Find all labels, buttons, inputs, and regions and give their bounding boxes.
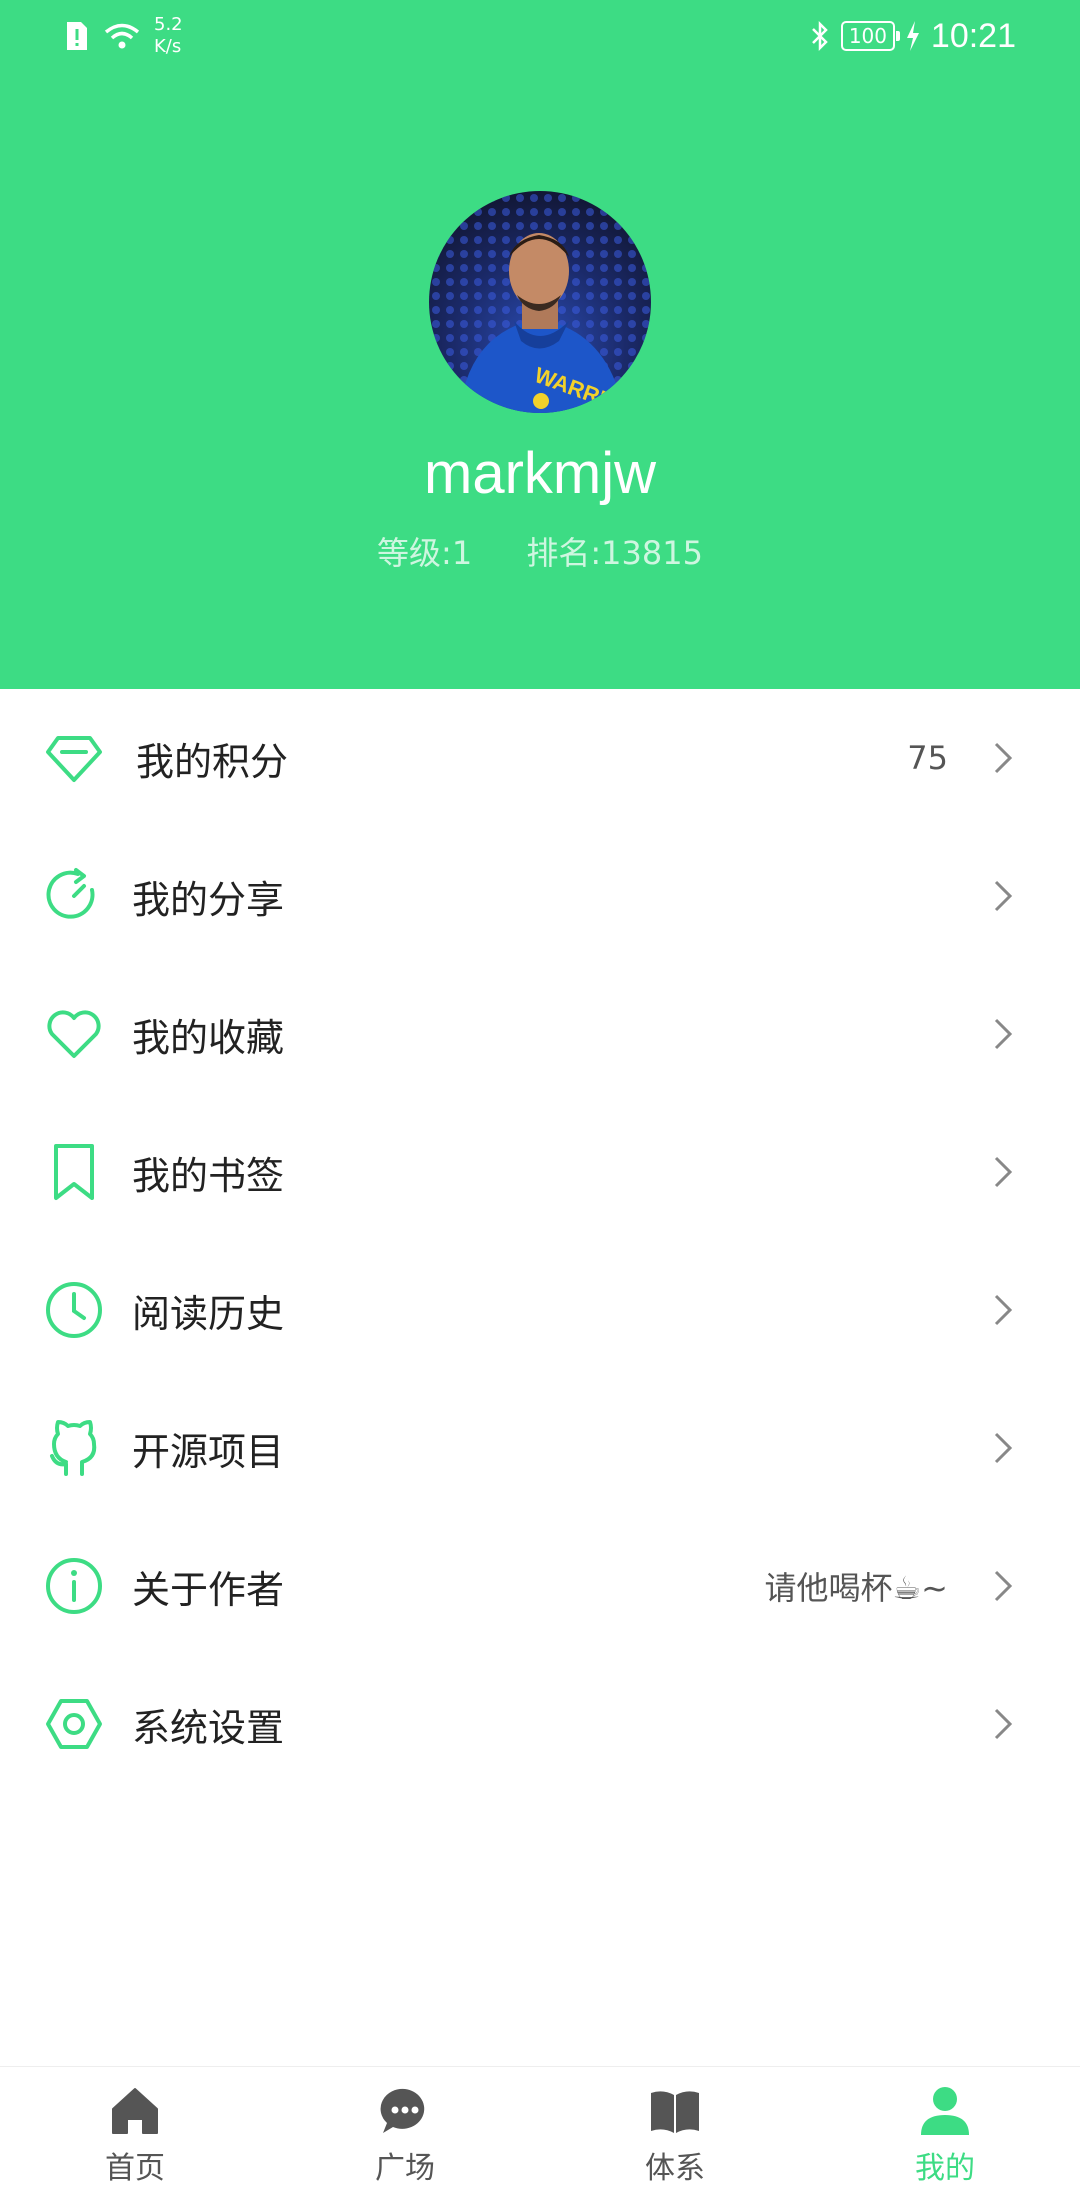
menu-item-settings[interactable]: 系统设置 [0, 1655, 1080, 1793]
wifi-icon [104, 23, 140, 49]
chat-icon [380, 2088, 425, 2133]
points-value: 75 [907, 739, 948, 777]
avatar-portrait: WARRIORS [429, 191, 651, 413]
menu-item-favorites[interactable]: 我的收藏 [0, 965, 1080, 1103]
bottom-nav: 首页 广场 体系 我的 [0, 2066, 1080, 2204]
menu-item-label: 关于作者 [132, 1567, 285, 1612]
chevron-right-icon [994, 742, 1013, 774]
battery-indicator: 100 [840, 21, 900, 51]
menu-item-points[interactable]: 我的积分 75 [0, 689, 1080, 827]
chevron-right-icon [994, 880, 1013, 912]
menu-item-label: 阅读历史 [132, 1291, 285, 1336]
nav-system[interactable]: 体系 [540, 2067, 810, 2204]
clock-icon [46, 1282, 102, 1338]
nav-mine[interactable]: 我的 [810, 2067, 1080, 2204]
level-text: 等级:1 [377, 534, 473, 572]
avatar[interactable]: WARRIORS [429, 191, 651, 413]
person-icon [921, 2087, 969, 2135]
net-speed: 5.2 K/s [154, 14, 183, 58]
menu-item-label: 开源项目 [132, 1429, 285, 1474]
profile-meta: 等级:1 排名:13815 [0, 528, 1080, 574]
bluetooth-icon [812, 20, 828, 52]
nav-label: 广场 [375, 2151, 435, 2186]
home-icon [112, 2088, 158, 2134]
menu-item-about-author[interactable]: 关于作者 请他喝杯☕~ [0, 1517, 1080, 1655]
nav-label: 我的 [915, 2151, 975, 2186]
settings-icon [46, 1699, 102, 1749]
menu-item-bookmarks[interactable]: 我的书签 [0, 1103, 1080, 1241]
chevron-right-icon [994, 1432, 1013, 1464]
menu-item-label: 我的分享 [132, 877, 285, 922]
chevron-right-icon [994, 1018, 1013, 1050]
github-icon [50, 1420, 97, 1476]
nav-label: 首页 [105, 2151, 165, 2186]
clock: 10:21 [930, 16, 1016, 55]
menu-item-label: 系统设置 [132, 1705, 285, 1750]
net-speed-value: 5.2 [154, 14, 183, 35]
info-icon [46, 1558, 102, 1614]
diamond-icon [46, 736, 102, 782]
username: markmjw [424, 441, 656, 506]
menu-item-label: 我的收藏 [132, 1015, 285, 1060]
chevron-right-icon [994, 1570, 1013, 1602]
nav-square[interactable]: 广场 [270, 2067, 540, 2204]
net-speed-unit: K/s [154, 36, 182, 57]
menu-list: 我的积分 75 我的分享 我的收藏 我的书签 阅读历史 开源项目 关于作者 请他… [0, 689, 1080, 1793]
menu-item-label: 我的书签 [132, 1153, 285, 1198]
chevron-right-icon [994, 1294, 1013, 1326]
charging-icon [906, 21, 919, 51]
profile-header: 5.2 K/s 100 10:21 WARRIORS markmjw 等级:1 … [0, 0, 1080, 689]
nav-label: 体系 [645, 2151, 705, 2186]
menu-item-history[interactable]: 阅读历史 [0, 1241, 1080, 1379]
bookmark-icon [54, 1144, 94, 1200]
menu-item-share[interactable]: 我的分享 [0, 827, 1080, 965]
book-icon [651, 2091, 699, 2133]
chevron-right-icon [994, 1708, 1013, 1740]
battery-level: 100 [848, 24, 887, 48]
rank-text: 排名:13815 [526, 534, 703, 572]
nav-home[interactable]: 首页 [0, 2067, 270, 2204]
menu-item-label: 我的积分 [136, 739, 289, 784]
chevron-right-icon [994, 1156, 1013, 1188]
status-bar: 5.2 K/s 100 10:21 [0, 0, 1080, 70]
menu-item-open-source[interactable]: 开源项目 [0, 1379, 1080, 1517]
sim-alert-icon [67, 22, 87, 50]
heart-icon [47, 1010, 101, 1058]
share-refresh-icon [46, 868, 95, 919]
about-author-hint: 请他喝杯☕~ [764, 1569, 948, 1607]
